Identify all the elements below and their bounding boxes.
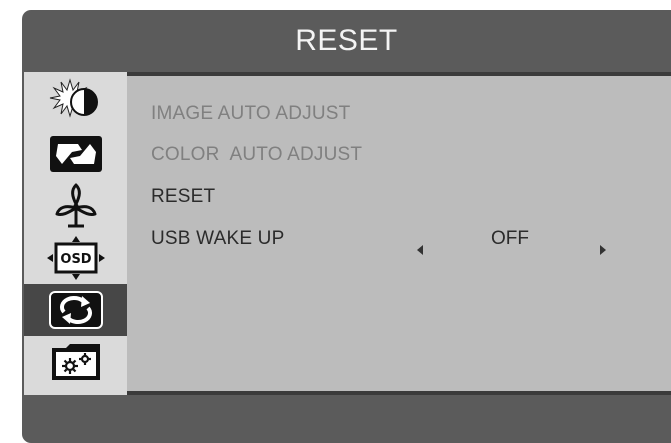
menu-item-image-auto-adjust: IMAGE AUTO ADJUST [151,99,350,129]
value-increase-arrow-icon[interactable] [600,245,606,255]
osd-icon-label: OSD [60,252,91,267]
menu-title: RESET [295,24,398,57]
sidebar-item-osd[interactable]: OSD [24,232,127,284]
reset-arrows-icon [48,291,103,329]
sidebar-item-size[interactable] [24,128,127,180]
menu-content-panel: IMAGE AUTO ADJUST COLOR AUTO ADJUST RESE… [127,72,671,395]
settings-gears-icon [51,344,100,380]
menu-item-label: IMAGE AUTO ADJUST [151,103,351,124]
usb-wake-up-value: OFF [491,228,529,249]
menu-item-color-auto-adjust: COLOR AUTO ADJUST [151,140,362,170]
osd-position-icon: OSD [46,236,105,280]
sidebar: OSD [24,72,127,395]
sidebar-item-settings[interactable] [24,336,127,388]
menu-item-label: COLOR AUTO ADJUST [151,144,363,165]
menu-item-label: RESET [151,186,216,207]
menu-item-label: USB WAKE UP [151,228,285,249]
sidebar-item-eco[interactable] [24,180,127,232]
osd-footer-bar [22,395,671,443]
eco-fan-icon [55,183,96,228]
brightness-contrast-icon [49,78,98,118]
sidebar-item-reset[interactable] [24,284,127,336]
picture-size-icon [49,136,102,172]
value-decrease-arrow-icon[interactable] [417,245,423,255]
sidebar-item-picture[interactable] [24,76,127,128]
menu-item-reset[interactable]: RESET [151,182,215,212]
menu-item-usb-wake-up[interactable]: USB WAKE UP [151,224,284,254]
osd-menu-window: RESET OSD IMAGE AUTO ADJUST COLOR AUTO A… [22,10,671,443]
